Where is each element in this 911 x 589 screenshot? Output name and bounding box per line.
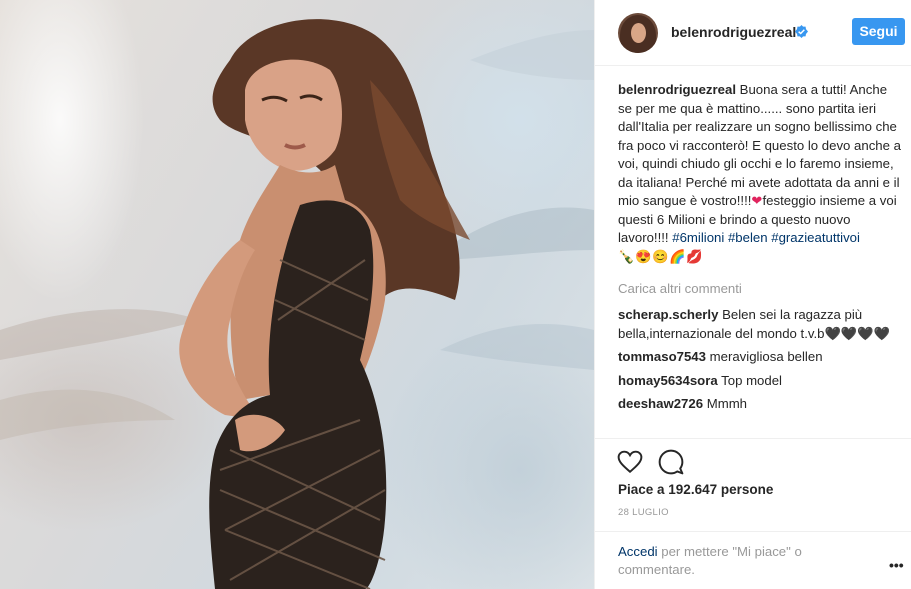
- avatar[interactable]: [618, 13, 658, 53]
- comment-item: homay5634sora Top model: [618, 372, 904, 391]
- more-options-icon[interactable]: •••: [889, 557, 904, 573]
- comment-text: Mmmh: [706, 396, 748, 411]
- post-date[interactable]: 28 LUGLIO: [618, 507, 669, 518]
- heart-emoji: ❤: [751, 193, 763, 208]
- comment-text: Top model: [721, 372, 782, 388]
- post-side-panel: belenrodriguezreal Segui belenrodriguezr…: [594, 0, 911, 589]
- caption: belenrodriguezreal Buona sera a tutti! A…: [618, 81, 904, 266]
- login-link[interactable]: Accedi: [618, 544, 658, 559]
- login-prompt: Accedi per mettere "Mi piace" o commenta…: [618, 543, 828, 579]
- comments-list: belenrodriguezreal Buona sera a tutti! A…: [618, 81, 904, 434]
- comment-username[interactable]: scherap.scherly: [618, 307, 718, 322]
- heart-outline-icon[interactable]: [617, 449, 643, 475]
- photo-illustration: [0, 19, 594, 589]
- comment-username[interactable]: homay5634sora: [618, 373, 718, 388]
- heart-eyes-emoji: 😍: [635, 248, 652, 264]
- comment-username[interactable]: deeshaw2726: [618, 396, 703, 411]
- rainbow-emoji: 🌈: [669, 248, 686, 264]
- hashtag-6milioni[interactable]: #6milioni: [672, 230, 724, 245]
- caption-text: Buona sera a tutti! Anche se per me qua …: [618, 82, 901, 208]
- caption-username[interactable]: belenrodriguezreal: [618, 82, 736, 97]
- divider: [595, 531, 911, 532]
- hashtag-belen[interactable]: #belen: [728, 230, 768, 245]
- header-username[interactable]: belenrodriguezreal: [671, 24, 796, 40]
- follow-button[interactable]: Segui: [852, 18, 905, 45]
- champagne-emoji: 🍾: [618, 248, 635, 264]
- comment-item: deeshaw2726 Mmmh: [618, 395, 904, 414]
- smile-emoji: 😊: [652, 248, 669, 264]
- verified-badge-icon: [795, 25, 808, 38]
- comment-username[interactable]: tommaso7543: [618, 349, 706, 364]
- comment-item: scherap.scherly Belen sei la ragazza più…: [618, 306, 904, 343]
- comment-item: tommaso7543 meravigliosa bellen: [618, 348, 904, 367]
- post-header: belenrodriguezreal Segui: [595, 0, 911, 66]
- likes-count[interactable]: Piace a 192.647 persone: [618, 482, 773, 497]
- post-photo[interactable]: [0, 0, 594, 589]
- post-actions: Piace a 192.647 persone 28 LUGLIO Accedi…: [595, 438, 911, 589]
- comment-text: meravigliosa bellen: [709, 349, 823, 364]
- load-more-comments[interactable]: Carica altri commenti: [618, 280, 904, 298]
- kiss-emoji: 💋: [686, 248, 703, 264]
- hashtag-grazieatuttivoi[interactable]: #grazieatuttivoi: [771, 230, 860, 245]
- speech-bubble-icon[interactable]: [658, 449, 684, 475]
